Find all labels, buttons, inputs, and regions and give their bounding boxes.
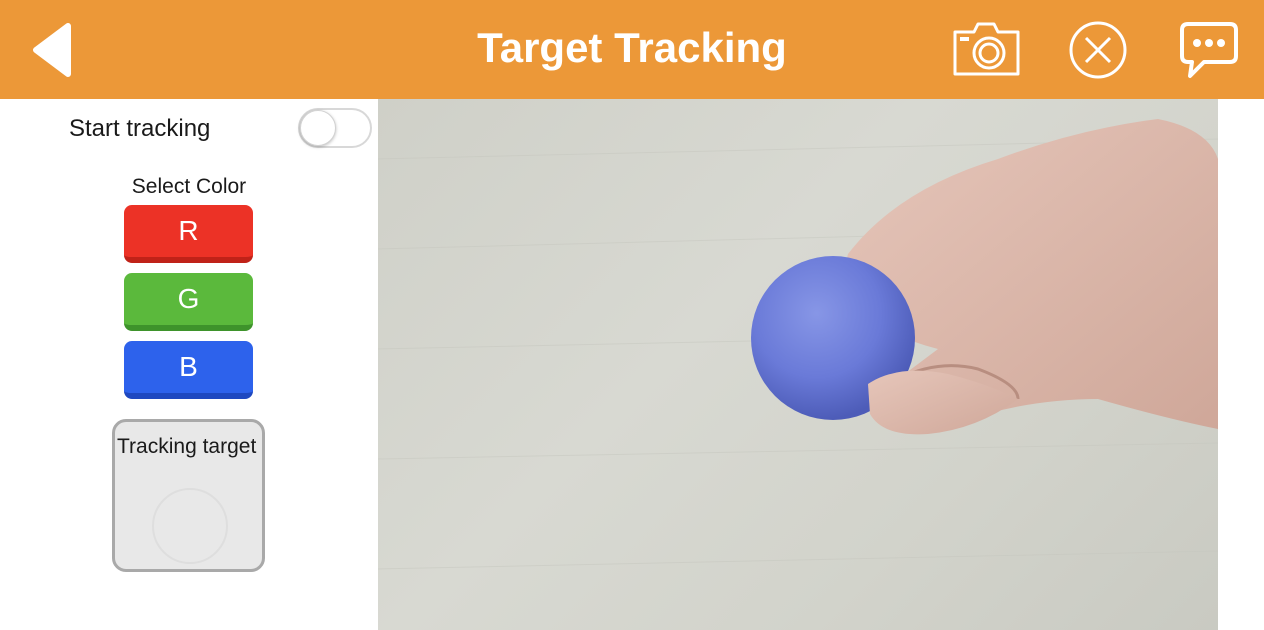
select-color-label: Select Color [131, 175, 247, 198]
chat-button[interactable] [1176, 18, 1248, 82]
tracking-target-box: Tracking target [112, 419, 265, 572]
camera-icon [953, 22, 1020, 76]
chat-bubble-icon [1180, 22, 1238, 78]
color-button-green[interactable]: G [124, 273, 253, 331]
color-button-red[interactable]: R [124, 205, 253, 263]
close-circle-icon [1069, 21, 1127, 79]
start-tracking-toggle[interactable] [298, 108, 372, 148]
target-preview-circle [152, 488, 228, 564]
back-arrow-icon [33, 23, 71, 77]
camera-image [378, 119, 1218, 570]
color-button-blue[interactable]: B [124, 341, 253, 399]
camera-feed[interactable] [378, 99, 1218, 630]
close-button[interactable] [1064, 18, 1136, 82]
toggle-knob [300, 110, 336, 146]
app-header: Target Tracking [0, 0, 1264, 99]
back-button[interactable] [24, 18, 84, 82]
start-tracking-label: Start tracking [69, 115, 211, 142]
camera-button[interactable] [950, 18, 1022, 82]
tracking-target-label: Tracking target [117, 435, 257, 458]
control-panel: Start tracking Select Color R G B Tracki… [0, 99, 378, 630]
